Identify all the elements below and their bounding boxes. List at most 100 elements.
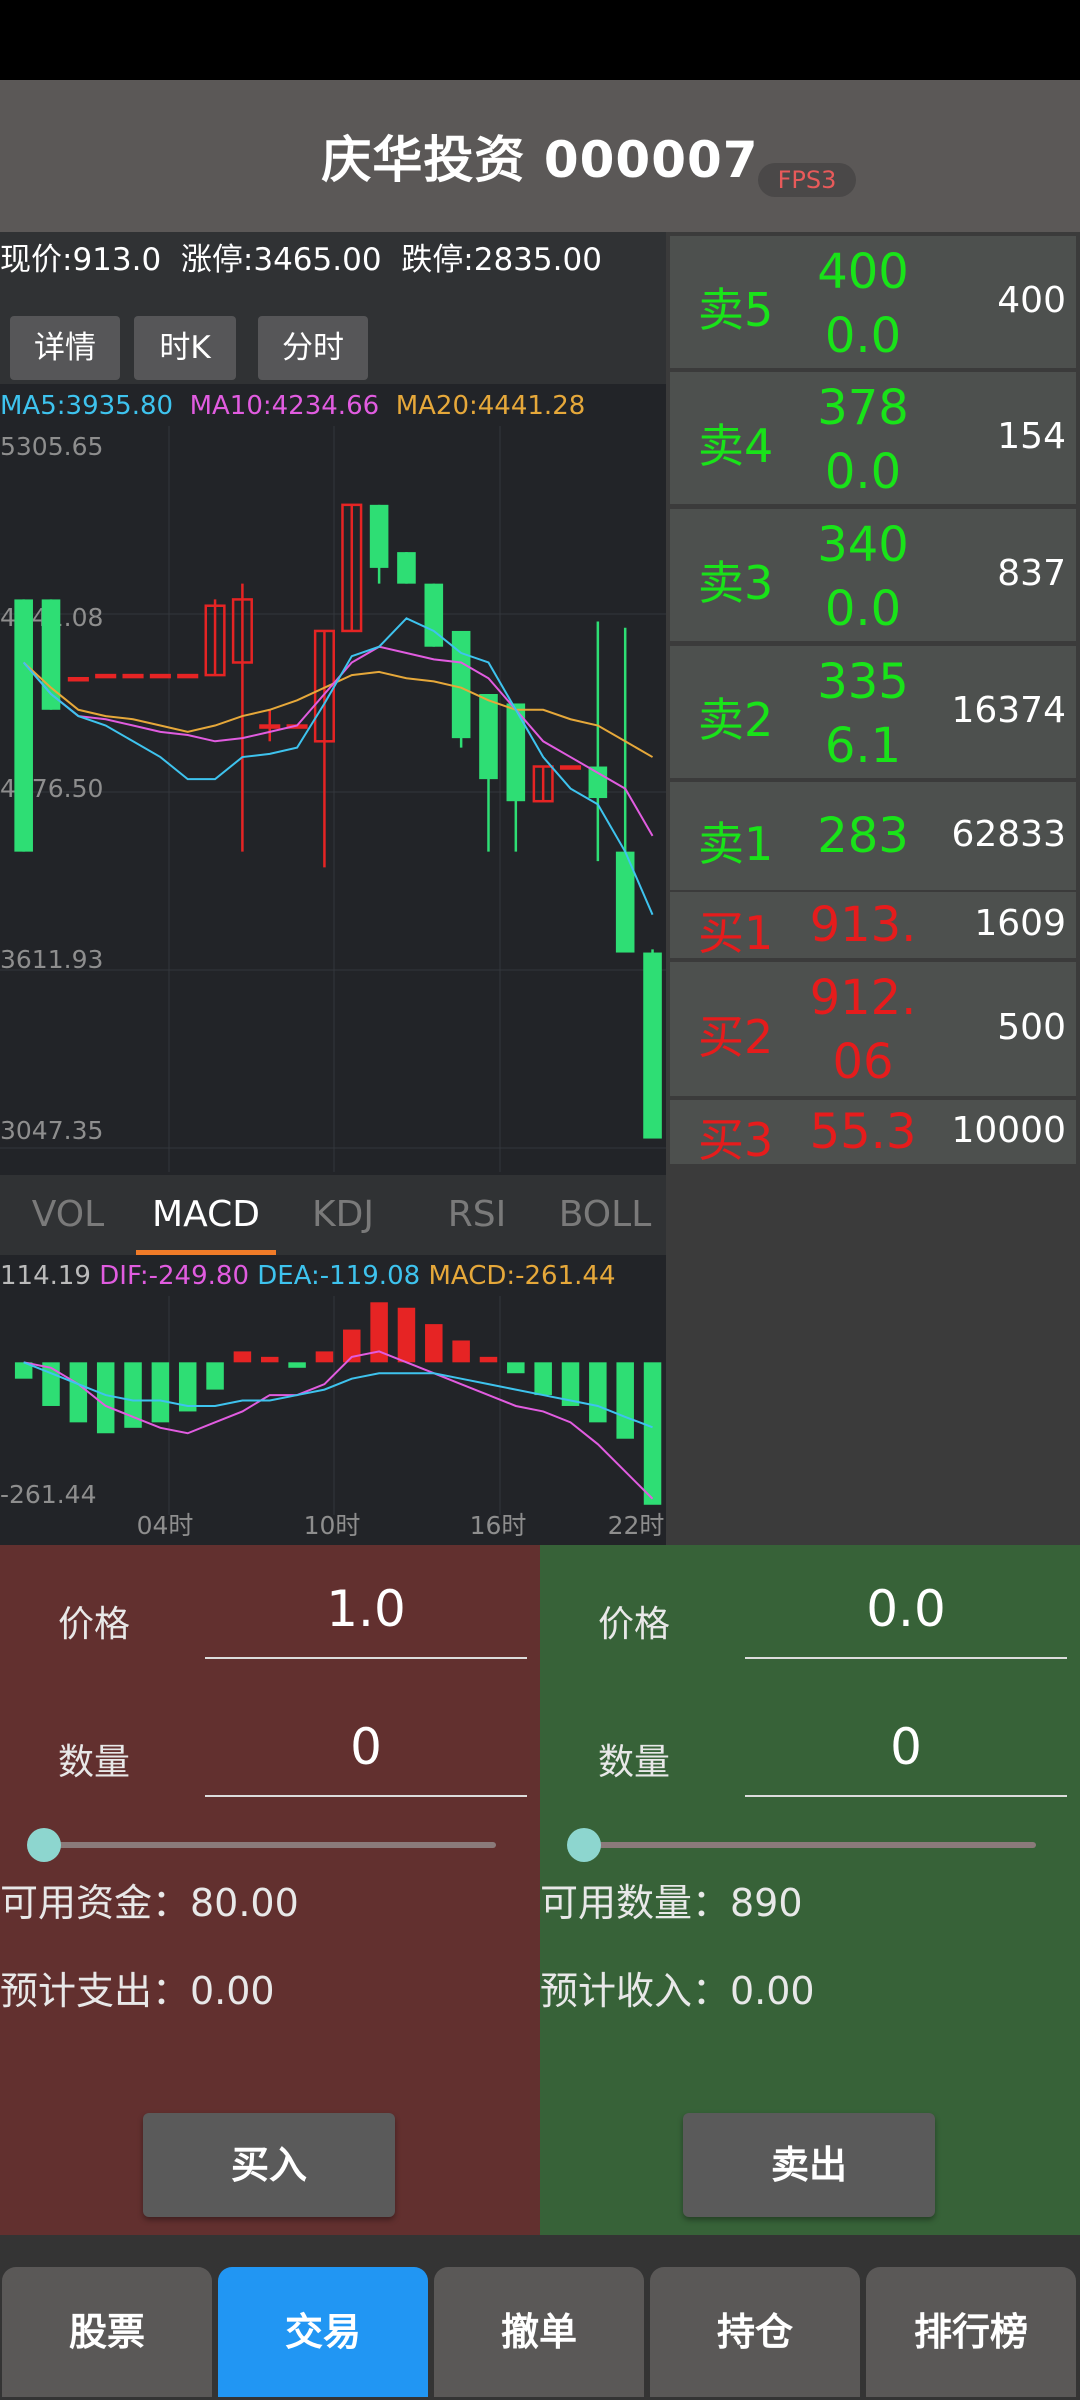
book-price: 3356.1 bbox=[817, 654, 909, 774]
candle-body-down bbox=[643, 952, 662, 1139]
time-tick-label: 04时 bbox=[137, 1511, 194, 1540]
dea-label: DEA:-119.08 bbox=[257, 1261, 421, 1291]
tab-kdj[interactable]: KDJ bbox=[276, 1175, 410, 1255]
book-volume: 154 bbox=[997, 416, 1066, 457]
time-tick-label: 16时 bbox=[470, 1511, 527, 1540]
candle-body-up bbox=[67, 676, 89, 682]
book-side-label: 买2 bbox=[698, 1010, 774, 1064]
bid-row[interactable]: 买3 55.31 10000 bbox=[670, 1100, 1076, 1167]
book-price: 912.06 bbox=[809, 970, 917, 1090]
sell-price-input[interactable]: 0.0 bbox=[745, 1580, 1067, 1638]
indicator-tabs: VOL MACD KDJ RSI BOLL bbox=[0, 1175, 666, 1255]
book-volume: 10000 bbox=[951, 1110, 1066, 1151]
candle-body-up bbox=[259, 724, 281, 729]
sell-slider-thumb[interactable] bbox=[567, 1828, 601, 1862]
ma5-line bbox=[22, 617, 654, 916]
sell-qty-input[interactable]: 0 bbox=[745, 1718, 1067, 1776]
dif-line bbox=[23, 1350, 654, 1500]
book-side-label: 卖3 bbox=[698, 556, 774, 610]
buy-slider-track[interactable] bbox=[44, 1842, 496, 1848]
candle-body-down bbox=[14, 599, 33, 852]
ask-row[interactable]: 卖5 4000.0 400 bbox=[670, 236, 1076, 368]
sell-qty-label: 数量 bbox=[598, 1742, 671, 1783]
book-volume: 837 bbox=[997, 553, 1066, 594]
macd-bar bbox=[233, 1351, 252, 1363]
book-side-label: 卖1 bbox=[698, 817, 774, 871]
buy-price-input[interactable]: 1.0 bbox=[205, 1580, 527, 1638]
candle-body-down bbox=[397, 552, 416, 584]
candle-body-up bbox=[95, 673, 117, 679]
macd-bar bbox=[452, 1340, 470, 1363]
buy-qty-input[interactable]: 0 bbox=[205, 1718, 527, 1776]
sell-slider-track[interactable] bbox=[584, 1842, 1036, 1848]
buy-slider-thumb[interactable] bbox=[27, 1828, 61, 1862]
bid-row[interactable]: 买2 912.06 500 bbox=[670, 962, 1076, 1096]
book-side-label: 买3 bbox=[698, 1113, 774, 1167]
macd-bar bbox=[206, 1362, 224, 1390]
book-volume: 1609 bbox=[974, 903, 1066, 944]
buy-price-label: 价格 bbox=[58, 1604, 131, 1645]
book-volume: 400 bbox=[997, 280, 1066, 321]
nav-ranking[interactable]: 排行榜 bbox=[866, 2267, 1076, 2397]
macd-label: MACD:-261.44 bbox=[428, 1261, 616, 1291]
macd-bar bbox=[96, 1362, 115, 1434]
macd-bar bbox=[69, 1362, 88, 1423]
book-side-label: 卖5 bbox=[698, 283, 774, 337]
book-price: 2835.0 bbox=[817, 808, 909, 864]
macd-bar bbox=[397, 1307, 416, 1363]
nav-cancel-order[interactable]: 撤单 bbox=[434, 2267, 644, 2397]
price-tick-label: 3611.93 bbox=[0, 945, 103, 974]
macd-bar bbox=[151, 1362, 170, 1423]
buy-available-funds: 可用资金：80.00 bbox=[0, 1881, 299, 1925]
bottom-navigation: 股票 交易 撤单 持仓 排行榜 bbox=[0, 2235, 1080, 2400]
buy-estimate: 预计支出：0.00 bbox=[0, 1969, 275, 2013]
sell-button[interactable]: 卖出 bbox=[683, 2113, 935, 2217]
fps-badge: FPS3 bbox=[758, 163, 856, 197]
buy-qty-label: 数量 bbox=[58, 1742, 131, 1783]
ma20-line bbox=[22, 661, 654, 758]
macd-bar bbox=[534, 1362, 552, 1396]
macd-bar bbox=[124, 1362, 142, 1428]
sell-price-underline bbox=[745, 1657, 1067, 1659]
candle-body-down bbox=[369, 504, 389, 568]
price-tick-label: 3047.35 bbox=[0, 1116, 103, 1145]
tab-macd[interactable]: MACD bbox=[136, 1175, 276, 1255]
bid-row[interactable]: 买1 913.0 1609 bbox=[670, 892, 1076, 960]
tab-vol[interactable]: VOL bbox=[0, 1175, 136, 1255]
book-volume: 62833 bbox=[951, 814, 1066, 855]
candle-body-up bbox=[177, 673, 199, 679]
book-volume: 16374 bbox=[951, 690, 1066, 731]
nav-stocks[interactable]: 股票 bbox=[2, 2267, 212, 2397]
dif-label: DIF:-249.80 bbox=[99, 1261, 249, 1291]
macd-legend: 114.19 DIF:-249.80 DEA:-119.08 MACD:-261… bbox=[0, 1256, 666, 1296]
ask-row[interactable]: 卖4 3780.0 154 bbox=[670, 372, 1076, 504]
book-price: 4000.0 bbox=[817, 244, 909, 364]
ask-row[interactable]: 卖2 3356.1 16374 bbox=[670, 646, 1076, 778]
candle-body-up bbox=[122, 673, 144, 679]
book-price: 55.31 bbox=[809, 1104, 917, 1160]
price-tick-label: 5305.65 bbox=[0, 432, 103, 461]
candle-body-down bbox=[588, 766, 608, 799]
nav-trade[interactable]: 交易 bbox=[218, 2267, 428, 2397]
tab-rsi[interactable]: RSI bbox=[410, 1175, 544, 1255]
buy-button[interactable]: 买入 bbox=[143, 2113, 395, 2217]
active-tab-underline bbox=[136, 1250, 276, 1255]
macd-bar bbox=[479, 1356, 498, 1363]
ask-row[interactable]: 卖3 3400.0 837 bbox=[670, 509, 1076, 641]
book-price: 913.0 bbox=[809, 897, 917, 953]
macd-bar bbox=[616, 1362, 634, 1439]
time-tick-label: 22时 bbox=[608, 1511, 665, 1540]
book-side-label: 卖4 bbox=[698, 419, 774, 473]
ask-row[interactable]: 卖1 2835.0 62833 bbox=[670, 782, 1076, 890]
sell-price-label: 价格 bbox=[598, 1604, 671, 1645]
macd-bar bbox=[288, 1362, 306, 1368]
sell-estimate: 预计收入：0.00 bbox=[540, 1969, 815, 2013]
macd-bar bbox=[315, 1351, 334, 1363]
candle-body-up bbox=[559, 765, 582, 770]
nav-positions[interactable]: 持仓 bbox=[650, 2267, 860, 2397]
book-volume: 500 bbox=[997, 1007, 1066, 1048]
candle-body-up bbox=[149, 673, 171, 679]
sell-available-qty: 可用数量：890 bbox=[540, 1881, 803, 1925]
tab-boll[interactable]: BOLL bbox=[544, 1175, 666, 1255]
book-side-label: 买1 bbox=[698, 906, 774, 960]
